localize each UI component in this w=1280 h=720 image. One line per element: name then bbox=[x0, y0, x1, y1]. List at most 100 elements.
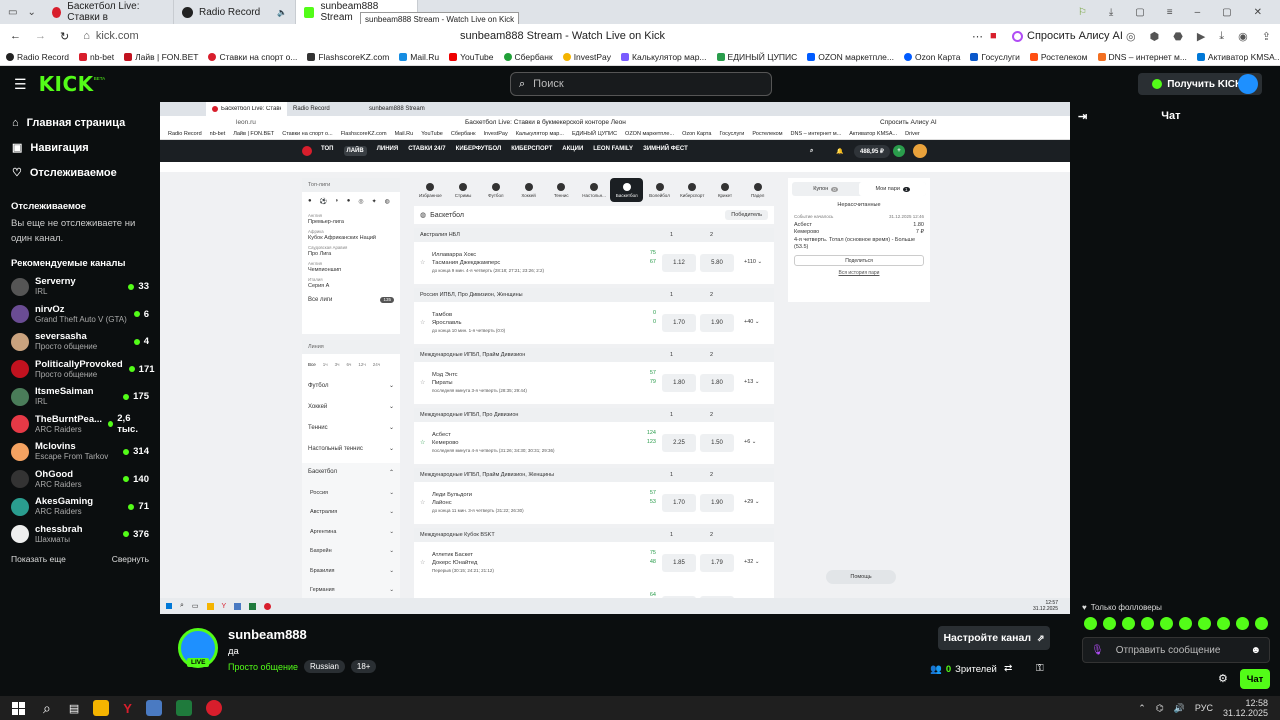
more-icon[interactable]: ⋯ bbox=[972, 30, 983, 43]
emote-icon[interactable] bbox=[1198, 617, 1211, 630]
channel-item[interactable]: OhGood ARC Raiders 140 bbox=[0, 466, 160, 494]
sport-tab[interactable]: Теннис bbox=[545, 178, 578, 202]
emote-icon[interactable] bbox=[1179, 617, 1192, 630]
odd-button[interactable]: 1.70 bbox=[662, 314, 696, 332]
odd-button[interactable]: 1.70 bbox=[662, 494, 696, 512]
odd-button[interactable]: 1.79 bbox=[700, 554, 734, 572]
stream-category[interactable]: Просто общение bbox=[228, 662, 298, 672]
more-markets-button[interactable]: +29 ⌄ bbox=[744, 499, 759, 505]
bookmark-item[interactable]: Сбербанк bbox=[503, 52, 553, 62]
bookmark-item[interactable]: YouTube bbox=[449, 52, 494, 62]
extension-icon[interactable]: ⚐ bbox=[1078, 7, 1087, 18]
tab-leon[interactable]: Баскетбол Live: Ставки в bbox=[44, 0, 174, 24]
sport-tab[interactable]: Хоккей bbox=[512, 178, 545, 202]
language-indicator[interactable]: РУС bbox=[1195, 703, 1213, 713]
leon-nav-item[interactable]: ЗИМНИЙ ФЕСТ bbox=[643, 146, 688, 156]
odd-button[interactable]: 2.25 bbox=[662, 434, 696, 452]
leon-nav-item[interactable]: КИБЕРСПОРТ bbox=[511, 146, 552, 156]
network-icon[interactable]: ⌬ bbox=[1156, 703, 1164, 714]
league-header[interactable]: Международные ИПБЛ, Про Дивизион 1 2 bbox=[414, 408, 774, 422]
odd-button[interactable]: 1.12 bbox=[662, 254, 696, 272]
channel-item[interactable]: chessbrah Шахматы 376 bbox=[0, 521, 160, 549]
odd-button[interactable]: 1.85 bbox=[662, 554, 696, 572]
tab-radio-record[interactable]: Radio Record 🔈 bbox=[174, 0, 296, 24]
menu-icon[interactable]: ≡ bbox=[1167, 7, 1173, 18]
country-item[interactable]: Бразилия ⌄ bbox=[308, 561, 394, 581]
app-icon[interactable] bbox=[205, 700, 222, 716]
nav-home[interactable]: ⌂ Главная страница bbox=[0, 110, 160, 135]
tag-language[interactable]: Russian bbox=[303, 660, 345, 673]
more-markets-button[interactable]: +13 ⌄ bbox=[744, 379, 759, 385]
nav-browse[interactable]: ▣ Навигация bbox=[0, 135, 160, 160]
more-markets-button[interactable]: +40 ⌄ bbox=[744, 319, 759, 325]
profile-icon[interactable]: ◉ bbox=[1238, 30, 1248, 43]
channel-item[interactable]: seversasha Просто общение 4 bbox=[0, 328, 160, 356]
league-item[interactable]: Англия Чемпионшип bbox=[302, 259, 400, 275]
bookmark-item[interactable]: Активатор KMSA... bbox=[1196, 52, 1280, 62]
league-header[interactable]: Международные ИПБЛ, Прайм Дивизион 1 2 bbox=[414, 348, 774, 362]
kick-logo[interactable]: KICK bbox=[39, 72, 94, 96]
channel-item[interactable]: TheBurntPea... ARC Raiders 2,6 тыс. bbox=[0, 411, 160, 439]
bookmark-item[interactable]: OZON маркетпле... bbox=[807, 52, 894, 62]
back-icon[interactable]: ← bbox=[10, 30, 21, 42]
settings-icon[interactable]: ⚙ bbox=[1218, 672, 1228, 685]
speaker-icon[interactable]: 🔈 bbox=[277, 8, 287, 17]
leon-nav-item[interactable]: АКЦИИ bbox=[562, 146, 583, 156]
tag-age[interactable]: 18+ bbox=[350, 660, 377, 673]
emote-icon[interactable] bbox=[1103, 617, 1116, 630]
download-icon[interactable]: ⤓ bbox=[1109, 7, 1113, 18]
sport-item[interactable]: Хоккей ⌄ bbox=[302, 396, 400, 417]
extensions-icon[interactable]: ⬢ bbox=[1150, 30, 1160, 43]
bookmark-item[interactable]: Калькулятор мар... bbox=[621, 52, 707, 62]
league-header[interactable]: Австралия НБЛ 1 2 bbox=[414, 228, 774, 242]
sport-tab[interactable]: Киберспорт bbox=[676, 178, 709, 202]
sport-item[interactable]: Теннис ⌄ bbox=[302, 417, 400, 438]
pin-icon[interactable]: ▢ bbox=[1135, 7, 1144, 18]
more-markets-button[interactable]: +32 ⌄ bbox=[744, 559, 759, 565]
alice-button[interactable]: Спросить Алису AI bbox=[1012, 30, 1123, 42]
time-filter[interactable]: Все bbox=[308, 362, 316, 367]
microphone-icon[interactable]: 🎙 bbox=[1091, 645, 1104, 656]
channel-item[interactable]: nirvOz Grand Theft Auto V (GTA) 6 bbox=[0, 301, 160, 329]
emote-icon[interactable] bbox=[1141, 617, 1154, 630]
odd-button[interactable]: 5.80 bbox=[700, 254, 734, 272]
match-row[interactable]: Атлетик Баскет Докерс Юнайтед Перерыв (30:… bbox=[414, 542, 774, 584]
leon-nav-item[interactable]: LEON FAMILY bbox=[593, 146, 633, 156]
tray-chevron-icon[interactable]: ⌃ bbox=[1138, 703, 1146, 714]
play-icon[interactable]: ▶ bbox=[1197, 30, 1205, 43]
emote-icon[interactable] bbox=[1122, 617, 1135, 630]
bookmark-item[interactable]: Radio Record bbox=[6, 52, 69, 62]
volume-icon[interactable]: 🔊 bbox=[1174, 703, 1185, 714]
tab-controls[interactable]: ▭ ⌄ bbox=[0, 7, 44, 18]
time-filter[interactable]: 3ч bbox=[335, 362, 340, 367]
time-filter[interactable]: 6ч bbox=[346, 362, 351, 367]
user-avatar[interactable] bbox=[1238, 74, 1258, 94]
emote-icon[interactable] bbox=[1236, 617, 1249, 630]
sport-tab[interactable]: Баскетбол bbox=[610, 178, 644, 202]
league-item[interactable]: Италия Серия А bbox=[302, 275, 400, 291]
odd-button[interactable]: 1.90 bbox=[700, 314, 734, 332]
channel-item[interactable]: Serverny IRL 33 bbox=[0, 273, 160, 301]
calculator-icon[interactable] bbox=[145, 700, 162, 716]
streamer-name[interactable]: sunbeam888 bbox=[228, 627, 307, 642]
video-player[interactable]: Баскетбол Live: Ставки в Radio Record su… bbox=[160, 102, 1070, 614]
ad-block-icon[interactable]: ⬣ bbox=[1173, 30, 1183, 43]
odd-button[interactable]: 1.50 bbox=[700, 434, 734, 452]
odd-button[interactable]: 1.90 bbox=[700, 494, 734, 512]
odd-button[interactable]: 1.80 bbox=[700, 374, 734, 392]
more-markets-button[interactable]: +6 ⌄ bbox=[744, 439, 756, 445]
sport-tab[interactable]: Волейбол bbox=[643, 178, 676, 202]
bookmark-item[interactable]: Госуслуги bbox=[970, 52, 1020, 62]
bookmark-icon[interactable]: ■ bbox=[990, 30, 997, 42]
close-icon[interactable]: ✕ bbox=[1254, 7, 1262, 18]
sport-tab[interactable]: Крикет bbox=[709, 178, 742, 202]
bookmark-item[interactable]: InvestPay bbox=[562, 52, 611, 62]
restore-icon[interactable]: ▢ bbox=[1222, 7, 1231, 18]
windows-start-icon[interactable] bbox=[12, 701, 25, 715]
share-icon[interactable]: ⇄ bbox=[1004, 663, 1012, 674]
channel-item[interactable]: Mclovins Escape From Tarkov 314 bbox=[0, 438, 160, 466]
file-explorer-icon[interactable] bbox=[93, 700, 110, 716]
leon-nav-item[interactable]: ТОП bbox=[321, 146, 334, 156]
leon-nav-item[interactable]: ЛАЙВ bbox=[343, 146, 367, 156]
match-row[interactable]: Иллаварра Хокс Тасмания Джекджамперс до ко… bbox=[414, 242, 774, 284]
